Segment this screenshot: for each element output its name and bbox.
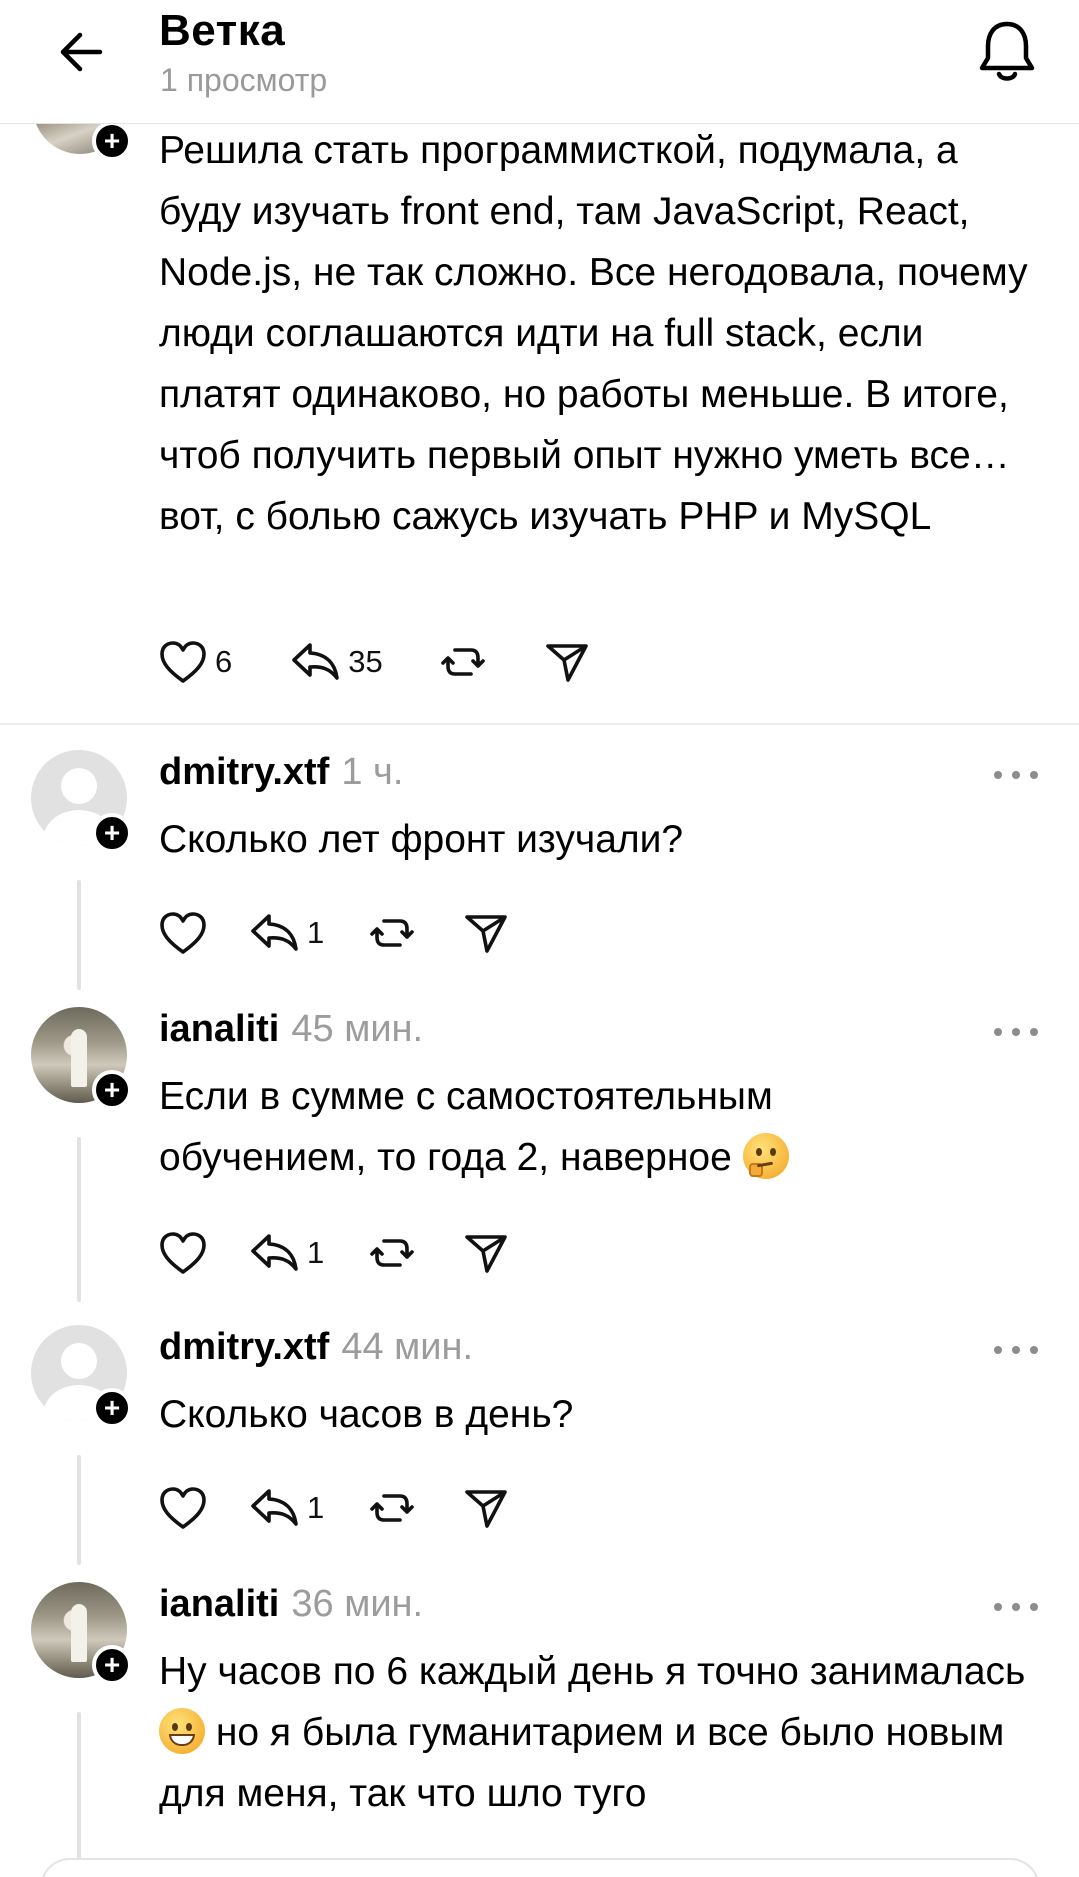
- reply-count: 35: [348, 644, 383, 679]
- reply-input-bar[interactable]: [40, 1858, 1040, 1877]
- back-button[interactable]: [52, 22, 112, 82]
- username[interactable]: dmitry.xtf: [159, 1326, 329, 1368]
- more-button[interactable]: [994, 1340, 1038, 1360]
- more-button[interactable]: [994, 1597, 1038, 1617]
- comment-header: ianaliti 45 мин.: [159, 1008, 423, 1051]
- share-button[interactable]: [464, 1231, 508, 1275]
- username[interactable]: ianaliti: [159, 1583, 279, 1625]
- comment-text: Сколько часов в день?: [159, 1393, 574, 1436]
- reply-button[interactable]: 35: [290, 640, 383, 684]
- thread-line: [77, 880, 81, 990]
- repost-button[interactable]: [370, 1231, 415, 1275]
- like-button[interactable]: [159, 911, 207, 955]
- reply-count: 1: [307, 1490, 325, 1525]
- timestamp: 44 мин.: [341, 1326, 474, 1368]
- share-button[interactable]: [464, 911, 508, 955]
- like-button[interactable]: [159, 1231, 207, 1275]
- thread-page: Ветка 1 просмотр + Решила стать программ…: [0, 0, 1079, 1877]
- view-count: 1 просмотр: [160, 62, 328, 98]
- comment-text: Сколько лет фронт изучали?: [159, 818, 684, 861]
- thread-line: [77, 1137, 81, 1302]
- follow-button[interactable]: +: [92, 1388, 132, 1428]
- more-button[interactable]: [994, 765, 1038, 785]
- heart-icon: [160, 912, 206, 954]
- comment-text: Ну часов по 6 каждый день я точно занима…: [159, 1650, 1026, 1815]
- follow-author-button[interactable]: +: [92, 121, 132, 161]
- send-icon: [465, 1490, 508, 1528]
- thinking-face-emoji: [742, 1133, 789, 1179]
- like-button[interactable]: [159, 1486, 207, 1530]
- repost-icon: [440, 648, 485, 676]
- username[interactable]: ianaliti: [159, 1008, 279, 1050]
- comment-header: dmitry.xtf 1 ч.: [159, 751, 403, 794]
- reply-button[interactable]: 1: [249, 911, 324, 955]
- heart-icon: [160, 1487, 206, 1529]
- repost-button[interactable]: [440, 640, 485, 684]
- comment-actions: 1: [159, 907, 508, 959]
- follow-button[interactable]: +: [92, 1645, 132, 1685]
- like-button[interactable]: 6: [159, 640, 232, 684]
- comment-actions: 1: [159, 1482, 508, 1534]
- thread-line: [77, 1455, 81, 1565]
- heart-icon: [160, 1232, 206, 1274]
- follow-button[interactable]: +: [92, 1070, 132, 1110]
- repost-icon: [370, 1239, 415, 1267]
- like-count: 6: [215, 644, 233, 679]
- repost-button[interactable]: [370, 911, 415, 955]
- comment-actions: 1: [159, 1227, 508, 1279]
- reply-button[interactable]: 1: [249, 1231, 324, 1275]
- notifications-button[interactable]: [975, 16, 1039, 86]
- reply-button[interactable]: 1: [249, 1486, 324, 1530]
- follow-button[interactable]: +: [92, 813, 132, 853]
- bell-icon: [979, 21, 1035, 81]
- page-title: Ветка: [159, 6, 286, 55]
- reply-icon: [251, 1234, 298, 1271]
- timestamp: 45 мин.: [291, 1008, 424, 1050]
- grinning-face-emoji: [159, 1708, 205, 1754]
- comment-header: ianaliti 36 мин.: [159, 1583, 423, 1626]
- send-icon: [465, 1235, 508, 1273]
- post-actions: 6 35: [159, 636, 589, 688]
- arrow-left-icon: [60, 32, 103, 72]
- username[interactable]: dmitry.xtf: [159, 751, 329, 793]
- send-icon: [465, 915, 508, 953]
- post-text: Решила стать программисткой, подумала, а…: [159, 129, 1028, 538]
- reply-count: 1: [307, 915, 325, 950]
- repost-button[interactable]: [370, 1486, 415, 1530]
- thread-line: [77, 1712, 81, 1877]
- send-icon: [545, 644, 588, 682]
- reply-icon: [251, 1489, 298, 1526]
- comment-header: dmitry.xtf 44 мин.: [159, 1326, 473, 1369]
- repost-icon: [370, 1494, 415, 1522]
- heart-icon: [160, 641, 206, 683]
- reply-count: 1: [307, 1235, 325, 1270]
- comment-text: Если в сумме с самостоятельным обучением…: [159, 1066, 939, 1188]
- timestamp: 36 мин.: [291, 1583, 424, 1625]
- timestamp: 1 ч.: [341, 751, 404, 793]
- repost-icon: [370, 919, 415, 947]
- reply-icon: [292, 643, 340, 680]
- share-button[interactable]: [464, 1486, 508, 1530]
- more-button[interactable]: [994, 1022, 1038, 1042]
- reply-icon: [251, 914, 298, 951]
- share-button[interactable]: [545, 640, 589, 684]
- top-bar: Ветка 1 просмотр: [0, 0, 1079, 124]
- post-divider: [0, 723, 1079, 725]
